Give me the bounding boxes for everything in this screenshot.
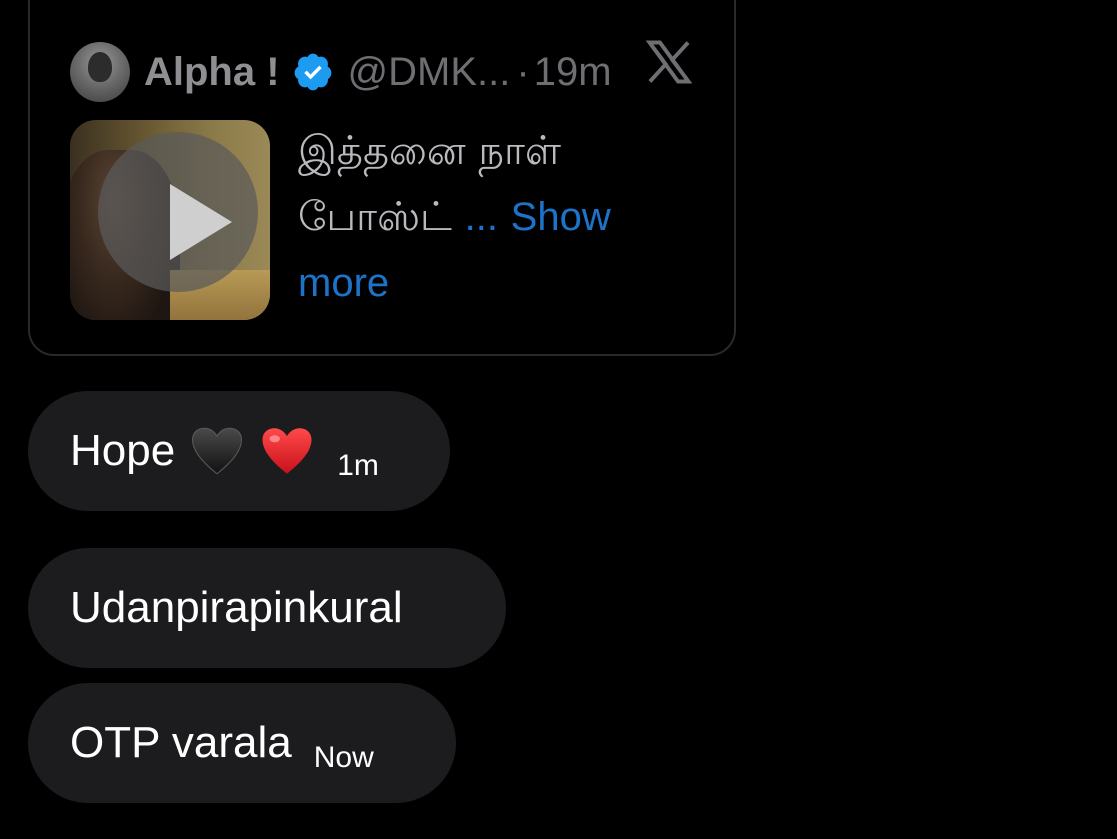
message-text: Udanpirapinkural — [70, 583, 403, 632]
tweet-header: Alpha ! @DMK... · 19m — [70, 40, 612, 104]
verified-badge-icon — [294, 53, 331, 91]
tweet-time: 19m — [533, 49, 612, 94]
message-text: Hope — [70, 426, 176, 475]
author-handle: @DMK... — [347, 49, 511, 94]
message-text: OTP varala — [70, 718, 292, 767]
black-heart-icon — [192, 427, 243, 475]
red-heart-icon — [262, 428, 312, 474]
x-logo-icon — [645, 40, 693, 84]
message-bubble[interactable]: Hope 1m — [28, 391, 450, 511]
author-name: Alpha ! — [144, 49, 280, 94]
message-timestamp: 1m — [337, 449, 379, 482]
play-button[interactable] — [98, 132, 258, 292]
separator-dot: · — [516, 49, 530, 94]
ellipsis: ... — [464, 195, 498, 239]
shared-tweet-card[interactable]: Alpha ! @DMK... · 19m இத்தனை நாள் போஸ்ட்… — [28, 0, 736, 356]
video-thumbnail[interactable] — [70, 120, 270, 320]
tweet-text: இத்தனை நாள் போஸ்ட் ... Show more — [298, 118, 698, 316]
message-timestamp: Now — [313, 741, 374, 774]
message-bubble[interactable]: Udanpirapinkural — [28, 548, 506, 668]
message-bubble[interactable]: OTP varala Now — [28, 683, 456, 803]
author-avatar — [70, 42, 130, 102]
play-icon — [170, 184, 232, 260]
